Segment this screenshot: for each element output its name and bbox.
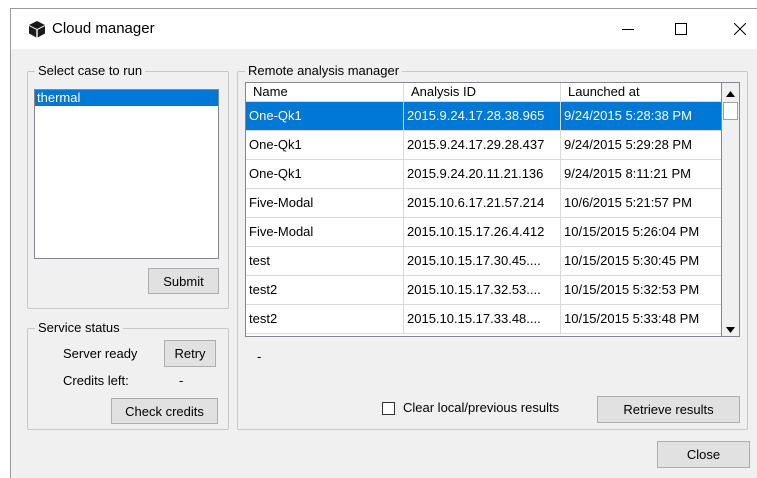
analysis-table[interactable]: Name Analysis ID Launched at One-Qk1 201…	[245, 82, 722, 337]
check-credits-button[interactable]: Check credits	[111, 398, 218, 424]
case-group-label: Select case to run	[35, 63, 146, 78]
retrieve-results-button[interactable]: Retrieve results	[597, 396, 740, 423]
close-button[interactable]: Close	[657, 441, 750, 468]
title-bar[interactable]: Cloud manager	[11, 9, 757, 49]
table-row[interactable]: Five-Modal 2015.10.15.17.26.4.412 10/15/…	[246, 218, 721, 247]
column-header-analysis-id[interactable]: Analysis ID	[404, 83, 561, 102]
server-status-text: Server ready	[63, 346, 138, 361]
table-header: Name Analysis ID Launched at	[246, 83, 721, 102]
cell-name: test2	[246, 276, 404, 304]
scroll-thumb[interactable]	[723, 102, 738, 120]
clear-results-checkbox[interactable]	[382, 402, 395, 415]
scroll-up-button[interactable]	[722, 84, 739, 101]
table-scrollbar[interactable]	[722, 82, 740, 337]
credits-left-value: -	[179, 373, 184, 388]
clear-results-label[interactable]: Clear local/previous results	[403, 400, 559, 415]
minimize-icon	[622, 23, 634, 35]
service-status-label: Service status	[35, 320, 123, 335]
cell-name: test2	[246, 305, 404, 333]
column-header-name[interactable]: Name	[246, 83, 404, 102]
scroll-down-button[interactable]	[722, 320, 739, 337]
column-header-launched-at[interactable]: Launched at	[561, 83, 721, 102]
cell-analysis-id: 2015.10.15.17.26.4.412	[404, 218, 561, 246]
cell-launched-at: 9/24/2015 5:28:38 PM	[561, 102, 721, 130]
cube-icon	[28, 20, 46, 38]
table-row[interactable]: One-Qk1 2015.9.24.17.29.28.437 9/24/2015…	[246, 131, 721, 160]
credits-left-label: Credits left:	[63, 373, 129, 388]
table-row[interactable]: test2 2015.10.15.17.32.53.... 10/15/2015…	[246, 276, 721, 305]
cell-analysis-id: 2015.10.15.17.32.53....	[404, 276, 561, 304]
table-row[interactable]: One-Qk1 2015.9.24.17.28.38.965 9/24/2015…	[246, 102, 721, 131]
cell-launched-at: 10/15/2015 5:32:53 PM	[561, 276, 721, 304]
table-row[interactable]: test 2015.10.15.17.30.45.... 10/15/2015 …	[246, 247, 721, 276]
maximize-button[interactable]	[667, 17, 695, 41]
cell-analysis-id: 2015.10.15.17.33.48....	[404, 305, 561, 333]
remote-analysis-label: Remote analysis manager	[245, 63, 403, 78]
cell-analysis-id: 2015.10.15.17.30.45....	[404, 247, 561, 275]
cell-name: One-Qk1	[246, 160, 404, 188]
cell-name: test	[246, 247, 404, 275]
cell-analysis-id: 2015.9.24.17.28.38.965	[404, 102, 561, 130]
cell-name: Five-Modal	[246, 218, 404, 246]
maximize-icon	[675, 23, 687, 35]
remote-status-text: -	[257, 349, 262, 364]
triangle-up-icon	[726, 85, 735, 100]
cell-name: Five-Modal	[246, 189, 404, 217]
cell-name: One-Qk1	[246, 102, 404, 130]
table-row[interactable]: test2 2015.10.15.17.33.48.... 10/15/2015…	[246, 305, 721, 334]
cell-launched-at: 9/24/2015 8:11:21 PM	[561, 160, 721, 188]
cell-analysis-id: 2015.10.6.17.21.57.214	[404, 189, 561, 217]
table-row[interactable]: Five-Modal 2015.10.6.17.21.57.214 10/6/2…	[246, 189, 721, 218]
cell-launched-at: 10/15/2015 5:26:04 PM	[561, 218, 721, 246]
case-listbox[interactable]: thermal	[34, 89, 219, 259]
case-list-item[interactable]: thermal	[35, 90, 218, 106]
cell-name: One-Qk1	[246, 131, 404, 159]
cell-launched-at: 9/24/2015 5:29:28 PM	[561, 131, 721, 159]
cell-analysis-id: 2015.9.24.20.11.21.136	[404, 160, 561, 188]
cell-launched-at: 10/15/2015 5:33:48 PM	[561, 305, 721, 333]
submit-button[interactable]: Submit	[148, 268, 219, 294]
cell-launched-at: 10/6/2015 5:21:57 PM	[561, 189, 721, 217]
close-icon	[734, 23, 746, 35]
close-window-button[interactable]	[726, 17, 754, 41]
minimize-button[interactable]	[614, 17, 642, 41]
window-title: Cloud manager	[52, 20, 155, 37]
retry-button[interactable]: Retry	[164, 340, 216, 367]
triangle-down-icon	[726, 321, 735, 336]
cell-launched-at: 10/15/2015 5:30:45 PM	[561, 247, 721, 275]
cell-analysis-id: 2015.9.24.17.29.28.437	[404, 131, 561, 159]
table-row[interactable]: One-Qk1 2015.9.24.20.11.21.136 9/24/2015…	[246, 160, 721, 189]
table-body: One-Qk1 2015.9.24.17.28.38.965 9/24/2015…	[246, 102, 721, 334]
